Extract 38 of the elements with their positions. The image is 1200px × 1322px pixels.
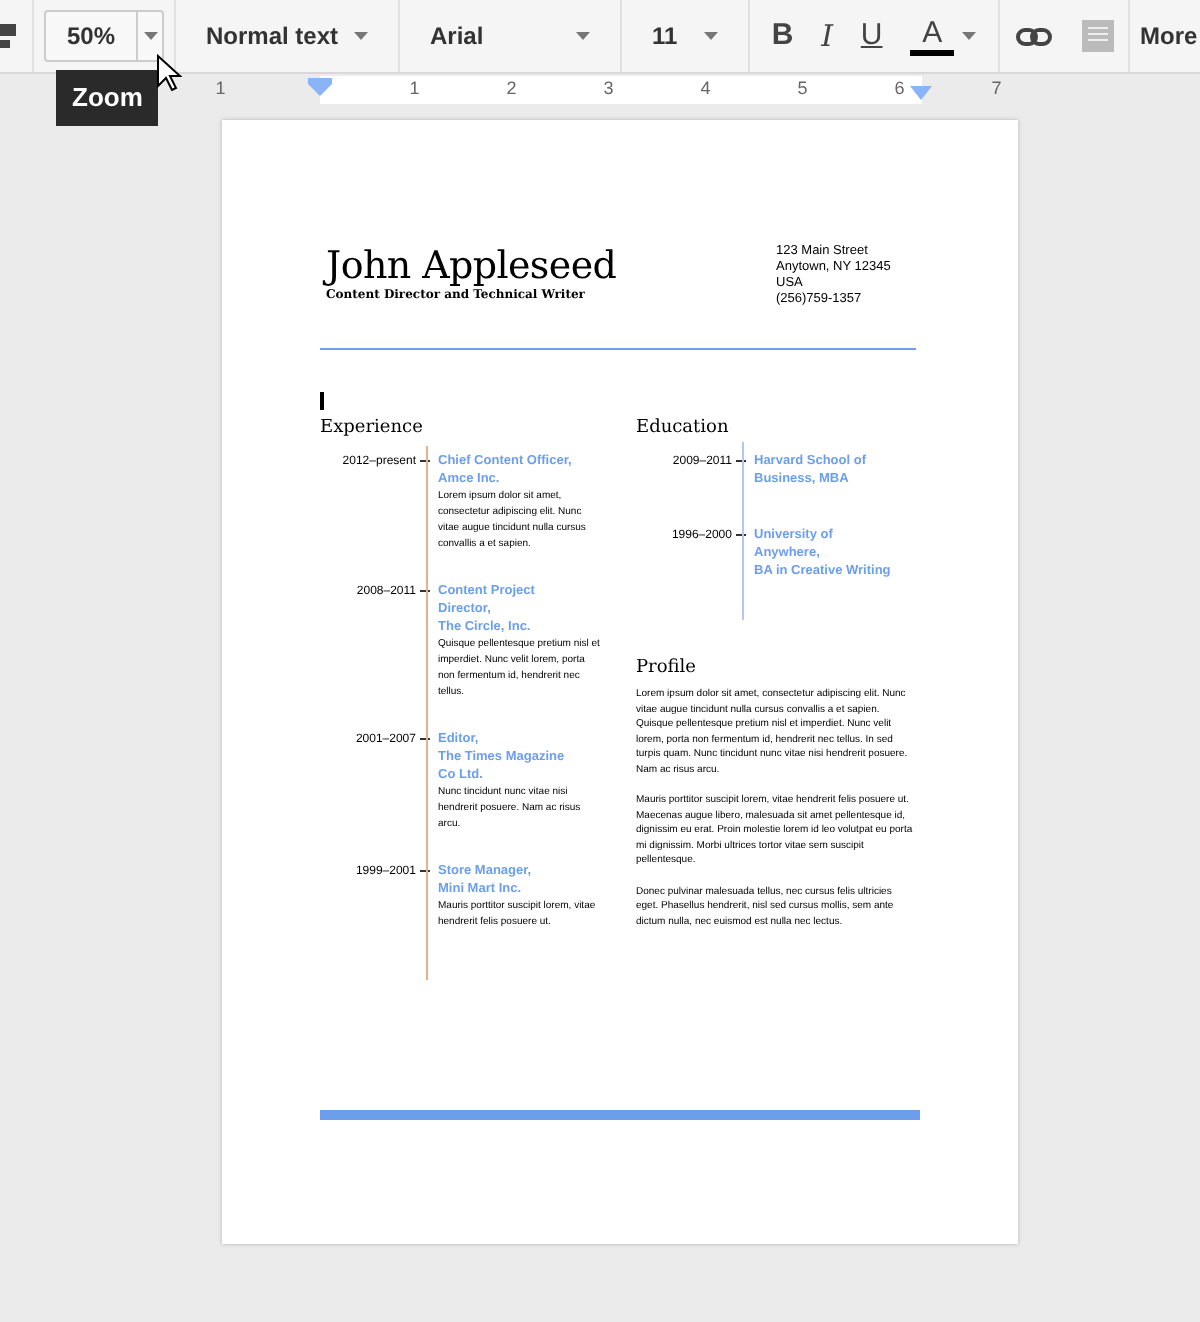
right-indent-marker[interactable]	[910, 86, 932, 100]
ruler-number: 7	[991, 76, 1002, 103]
section-heading: Profile	[636, 656, 698, 680]
caret-icon	[704, 32, 718, 40]
font-dropdown[interactable]: Arial	[400, 0, 622, 72]
style-dropdown[interactable]: Normal text	[176, 0, 400, 72]
link-icon[interactable]	[1015, 27, 1051, 45]
text-cursor	[320, 392, 324, 410]
caret-icon	[962, 32, 977, 40]
ruler-number: 1	[215, 76, 226, 103]
text-color-button[interactable]: A	[902, 17, 985, 55]
italic-button[interactable]: I	[813, 13, 842, 59]
ruler-number: 3	[603, 76, 614, 103]
section-heading: Experience	[320, 416, 425, 440]
zoom-dropdown[interactable]: 50%	[44, 10, 164, 62]
timeline-tick	[420, 738, 430, 740]
caret-icon	[576, 32, 590, 40]
ruler-number: 2	[506, 76, 517, 103]
ruler-number: 1	[409, 76, 420, 103]
timeline-tick	[736, 534, 746, 536]
tooltip: Zoom	[56, 70, 159, 125]
ruler-number: 6	[894, 76, 905, 103]
underline-button[interactable]: U	[852, 13, 891, 59]
ruler-number: 5	[797, 76, 808, 103]
timeline-tick	[736, 460, 746, 462]
name-heading: John Appleseed	[320, 244, 617, 288]
caret-icon	[354, 32, 368, 40]
font-size-dropdown[interactable]: 11	[622, 0, 750, 72]
caret-icon	[143, 32, 157, 40]
ruler-number: 4	[700, 76, 711, 103]
timeline-tick	[420, 460, 430, 462]
left-indent-marker[interactable]	[308, 78, 332, 96]
section-heading: Education	[636, 416, 731, 440]
timeline-tick	[420, 870, 430, 872]
paint-format-icon[interactable]	[0, 22, 16, 50]
bold-button[interactable]: B	[763, 13, 802, 59]
more-button[interactable]: More	[1130, 0, 1198, 72]
timeline-tick	[420, 590, 430, 592]
